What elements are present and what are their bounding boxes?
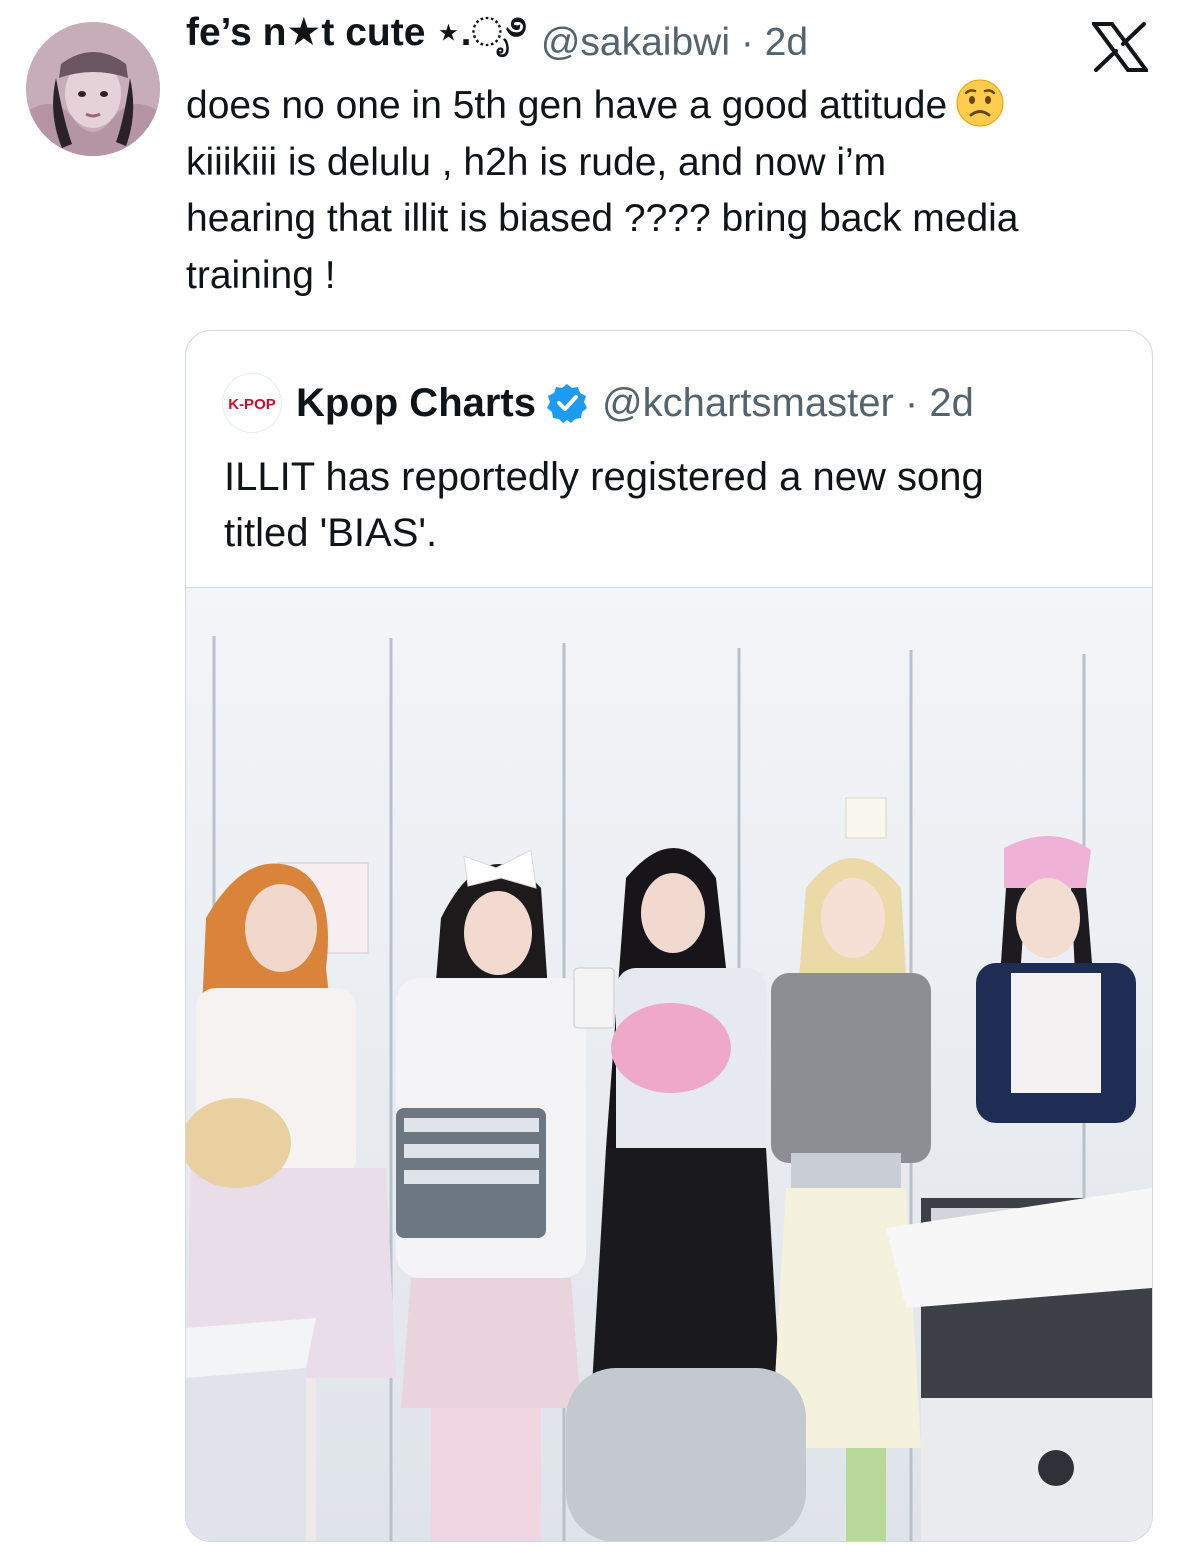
quoted-tweet-text-line: titled 'BIAS'.: [224, 511, 438, 555]
author-avatar[interactable]: [26, 22, 160, 156]
quoted-tweet-card[interactable]: K-POP Kpop Charts @kchartsmaster · 2d IL…: [185, 330, 1153, 1542]
tweet-text-line: hearing that illit is biased ???? bring …: [186, 197, 1019, 240]
group-photo-image[interactable]: [186, 587, 1152, 1541]
tweet-text-line: kiiikiii is delulu , h2h is rude, and no…: [186, 140, 887, 184]
quoted-tweet-text-line: ILLIT has reportedly registered a new so…: [224, 455, 984, 499]
tweet-text-line: does no one in 5th gen have a good attit…: [186, 78, 1161, 135]
kpop-logo-text: K-POP: [228, 396, 276, 413]
x-logo-icon: [1090, 22, 1150, 72]
copier: [886, 1188, 1152, 1541]
quoted-author-avatar[interactable]: K-POP: [222, 373, 282, 433]
author-handle-and-time[interactable]: @sakaibwi · 2d: [541, 21, 808, 65]
quoted-tweet-text: ILLIT has reportedly registered a new so…: [224, 449, 1124, 561]
tweet-header: fe’s n★t cute ⋆.ೃ࿔ @sakaibwi · 2d: [186, 11, 808, 68]
tweet-text: does no one in 5th gen have a good attit…: [186, 78, 1161, 304]
quoted-tweet-header: K-POP Kpop Charts @kchartsmaster · 2d: [222, 373, 974, 433]
chair: [566, 1368, 806, 1541]
worried-face-icon: [955, 78, 1005, 128]
papers-left: [186, 1318, 316, 1541]
quoted-author-handle-and-time[interactable]: @kchartsmaster · 2d: [602, 381, 974, 426]
quoted-author-display-name[interactable]: Kpop Charts: [296, 381, 536, 426]
tweet-text-line: training !: [186, 253, 336, 297]
verified-badge-icon: [546, 382, 588, 424]
